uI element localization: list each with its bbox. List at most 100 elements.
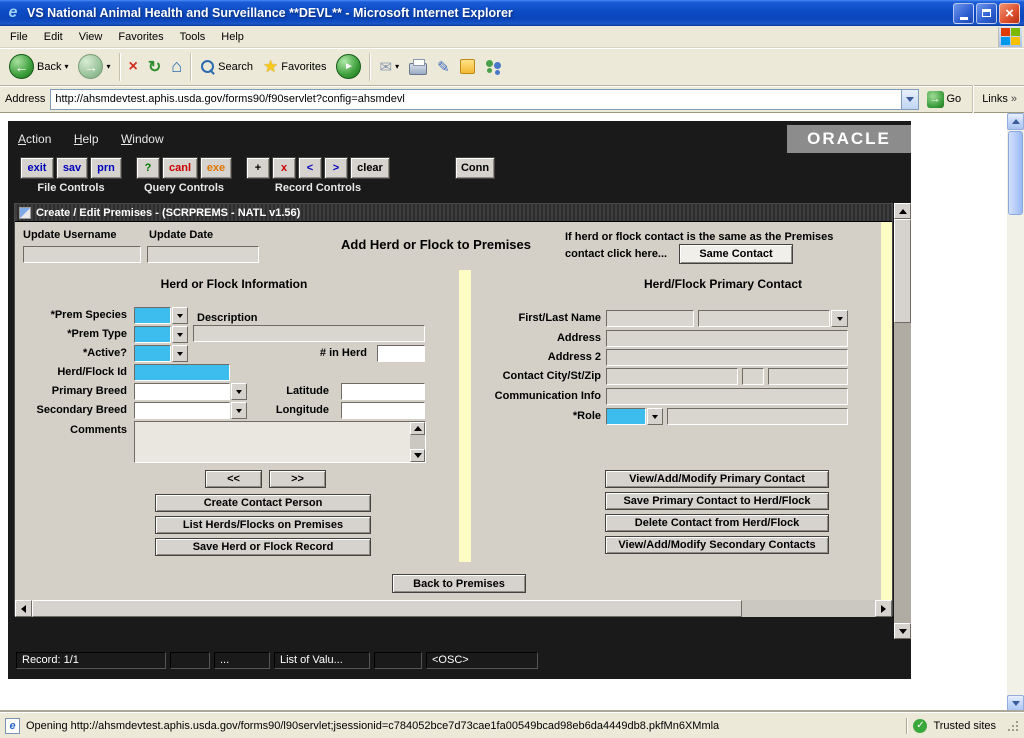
delete-contact-button[interactable]: Delete Contact from Herd/Flock — [605, 514, 829, 532]
active-field[interactable] — [134, 345, 171, 362]
favorites-button[interactable]: ★ Favorites — [258, 54, 332, 80]
menu-tools[interactable]: Tools — [172, 28, 214, 46]
applet-menu-help[interactable]: Help — [74, 132, 99, 146]
latitude-field[interactable] — [341, 383, 425, 400]
messenger-button[interactable] — [480, 56, 508, 78]
first-name-field[interactable] — [606, 310, 694, 327]
view-add-modify-primary-contact-button[interactable]: View/Add/Modify Primary Contact — [605, 470, 829, 488]
contact-address-field[interactable] — [606, 330, 848, 347]
minimize-button[interactable] — [953, 3, 974, 24]
save-herd-flock-button[interactable]: Save Herd or Flock Record — [155, 538, 371, 556]
communication-info-field[interactable] — [606, 388, 848, 405]
update-username-field[interactable] — [23, 246, 141, 263]
refresh-button[interactable]: ↻ — [143, 54, 166, 80]
media-button[interactable]: ► — [331, 51, 366, 82]
menu-view[interactable]: View — [71, 28, 111, 46]
vertical-scroll-thumb[interactable] — [1008, 131, 1023, 215]
prem-species-dropdown[interactable] — [172, 307, 188, 324]
back-dropdown-icon[interactable]: ▾ — [64, 62, 68, 71]
primary-breed-field[interactable] — [134, 383, 230, 400]
contact-state-field[interactable] — [742, 368, 764, 385]
forward-dropdown-icon[interactable]: ▾ — [106, 62, 110, 71]
clear-button[interactable]: clear — [350, 157, 390, 179]
menu-edit[interactable]: Edit — [36, 28, 71, 46]
enter-query-button[interactable]: ? — [136, 157, 160, 179]
save-button[interactable]: sav — [56, 157, 88, 179]
form-horizontal-scrollbar[interactable] — [15, 600, 892, 617]
cancel-query-button[interactable]: canl — [162, 157, 198, 179]
role-field[interactable] — [606, 408, 646, 425]
view-add-modify-secondary-contacts-button[interactable]: View/Add/Modify Secondary Contacts — [605, 536, 829, 554]
applet-menu-action[interactable]: Action — [18, 132, 51, 146]
go-button[interactable]: → Go — [924, 91, 965, 108]
discuss-button[interactable] — [455, 56, 480, 77]
applet-vertical-scrollbar[interactable] — [894, 203, 911, 639]
conn-button[interactable]: Conn — [455, 157, 495, 179]
scroll-left-button[interactable] — [15, 600, 32, 617]
create-contact-person-button[interactable]: Create Contact Person — [155, 494, 371, 512]
stop-button[interactable]: × — [124, 55, 143, 79]
mail-button[interactable]: ✉ ▾ — [374, 55, 404, 79]
comments-scrollbar[interactable] — [410, 422, 425, 462]
secondary-breed-field[interactable] — [134, 402, 230, 419]
execute-query-button[interactable]: exe — [200, 157, 232, 179]
maximize-button[interactable] — [976, 3, 997, 24]
contact-city-field[interactable] — [606, 368, 738, 385]
list-herds-flocks-button[interactable]: List Herds/Flocks on Premises — [155, 516, 371, 534]
vertical-scroll-thumb[interactable] — [894, 219, 911, 323]
exit-button[interactable]: exit — [20, 157, 54, 179]
prem-type-dropdown[interactable] — [172, 326, 188, 343]
same-contact-button[interactable]: Same Contact — [679, 244, 793, 264]
search-button[interactable]: Search — [195, 56, 258, 77]
address-input[interactable]: http://ahsmdevtest.aphis.usda.gov/forms9… — [50, 89, 918, 110]
role-description-field[interactable] — [667, 408, 848, 425]
delete-record-button[interactable]: x — [272, 157, 296, 179]
add-record-button[interactable]: + — [246, 157, 270, 179]
scroll-down-button[interactable] — [894, 623, 911, 639]
horizontal-scroll-thumb[interactable] — [32, 600, 742, 617]
back-to-premises-button[interactable]: Back to Premises — [392, 574, 526, 593]
scroll-up-button[interactable] — [1007, 113, 1024, 130]
in-herd-field[interactable] — [377, 345, 425, 362]
prem-species-field[interactable] — [134, 307, 171, 324]
role-dropdown[interactable] — [647, 408, 663, 425]
previous-record-button[interactable]: < — [298, 157, 322, 179]
update-date-field[interactable] — [147, 246, 259, 263]
back-button[interactable]: ← Back ▾ — [4, 51, 73, 82]
herd-flock-id-field[interactable] — [134, 364, 230, 381]
secondary-breed-dropdown[interactable] — [231, 402, 247, 419]
menu-file[interactable]: File — [2, 28, 36, 46]
mail-dropdown-icon[interactable]: ▾ — [395, 62, 399, 71]
comments-field[interactable] — [134, 421, 426, 463]
forward-button[interactable]: → ▾ — [73, 51, 115, 82]
next-record-button[interactable]: > — [324, 157, 348, 179]
applet-menu-window[interactable]: Window — [121, 132, 164, 146]
resize-grip[interactable] — [1006, 719, 1019, 732]
scroll-up-button[interactable] — [894, 203, 911, 219]
menu-favorites[interactable]: Favorites — [110, 28, 171, 46]
last-name-field[interactable] — [698, 310, 830, 327]
scroll-up-button[interactable] — [410, 422, 425, 435]
menu-help[interactable]: Help — [213, 28, 252, 46]
previous-herd-button[interactable]: << — [205, 470, 262, 488]
description-field[interactable] — [193, 325, 425, 342]
print-button[interactable] — [404, 56, 432, 78]
save-primary-contact-button[interactable]: Save Primary Contact to Herd/Flock — [605, 492, 829, 510]
longitude-field[interactable] — [341, 402, 425, 419]
next-herd-button[interactable]: >> — [269, 470, 326, 488]
primary-breed-dropdown[interactable] — [231, 383, 247, 400]
links-button[interactable]: Links » — [982, 93, 1019, 105]
contact-zip-field[interactable] — [768, 368, 848, 385]
active-dropdown[interactable] — [172, 345, 188, 362]
print-record-button[interactable]: prn — [90, 157, 122, 179]
scroll-down-button[interactable] — [410, 449, 425, 462]
address-dropdown-button[interactable] — [901, 90, 918, 109]
scroll-right-button[interactable] — [875, 600, 892, 617]
scroll-down-button[interactable] — [1007, 695, 1024, 712]
prem-type-field[interactable] — [134, 326, 171, 343]
close-button[interactable]: × — [999, 3, 1020, 24]
browser-vertical-scrollbar[interactable] — [1007, 113, 1024, 712]
edit-button[interactable]: ✎ — [432, 55, 455, 79]
contact-address2-field[interactable] — [606, 349, 848, 366]
contact-name-dropdown[interactable] — [831, 310, 848, 327]
